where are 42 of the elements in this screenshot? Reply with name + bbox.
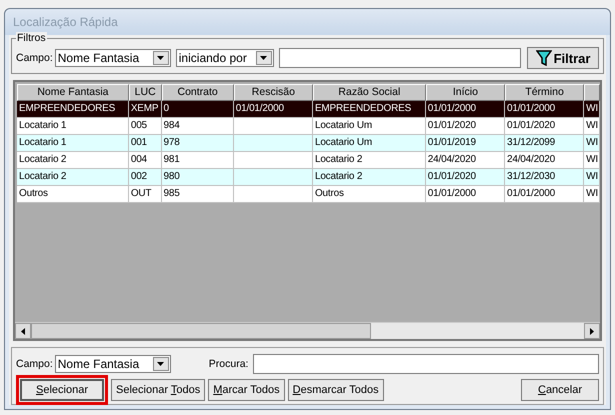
search-input-field[interactable] [253,354,599,374]
column-header[interactable]: Término [504,84,584,101]
action-button[interactable]: Selecionar [20,379,104,401]
funnel-icon [536,50,552,66]
table-cell: OUT [128,186,162,203]
column-header[interactable]: Nome Fantasia [17,84,129,101]
field-label: Campo: [16,358,53,370]
horizontal-scrollbar[interactable] [15,322,600,339]
table-row[interactable]: Locatario 1 001 978 Locatario Um 01/01/2019 31/12/2099 WI [17,135,600,152]
action-button[interactable]: Marcar Todos [208,379,285,401]
filter-button[interactable]: Filtrar [527,47,599,69]
table-row[interactable]: EMPREENDEDORES XEMP 0 01/01/2000 EMPREENDEDORES 01/01/2000 01/01/2000 WI [17,101,600,118]
field-dropdown[interactable]: Nome Fantasia [54,49,171,67]
window-title: Localização Rápida [13,15,118,29]
table-row[interactable]: Locatario 2 004 981 Locatario 2 24/04/2020 24/04/2020 WI [17,152,600,169]
column-header[interactable]: Contrato [162,84,234,101]
column-header[interactable] [584,84,600,101]
scroll-left-icon[interactable] [15,323,31,339]
table-row[interactable]: Outros OUT 985 Outros 01/01/2000 01/01/2000 WI [17,186,600,203]
mode-dropdown[interactable]: iniciando por [176,49,274,67]
filter-input-field[interactable] [278,48,521,68]
field-dropdown[interactable]: Nome Fantasia [54,355,171,373]
column-header[interactable]: Início [426,84,505,101]
group-legend: Filtros [16,32,47,44]
table-row[interactable]: Locatario 1 005 984 Locatario Um 01/01/2020 01/01/2020 WI [17,118,600,135]
table-cell: 985 [162,186,234,203]
table-cell: 01/01/2000 [504,186,584,203]
scroll-thumb[interactable] [31,323,371,339]
table-cell: Outros [17,186,129,203]
column-header[interactable]: Razão Social [312,84,426,101]
action-button[interactable]: Selecionar Todos [111,379,206,401]
cancel-button[interactable]: Cancelar [521,379,599,401]
search-label: Procura: [208,358,248,370]
table-cell: Outros [312,186,426,203]
column-header[interactable]: LUC [128,84,162,101]
field-label: Campo: [16,52,53,64]
table-cell: 01/01/2000 [426,186,505,203]
action-button[interactable]: Desmarcar Todos [288,379,384,401]
table-cell: WI [584,186,600,203]
column-header[interactable]: Rescisão [234,84,313,101]
table-row[interactable]: Locatario 2 002 980 Locatario 2 01/01/2020 31/12/2030 WI [17,169,600,186]
scroll-right-icon[interactable] [584,323,600,339]
